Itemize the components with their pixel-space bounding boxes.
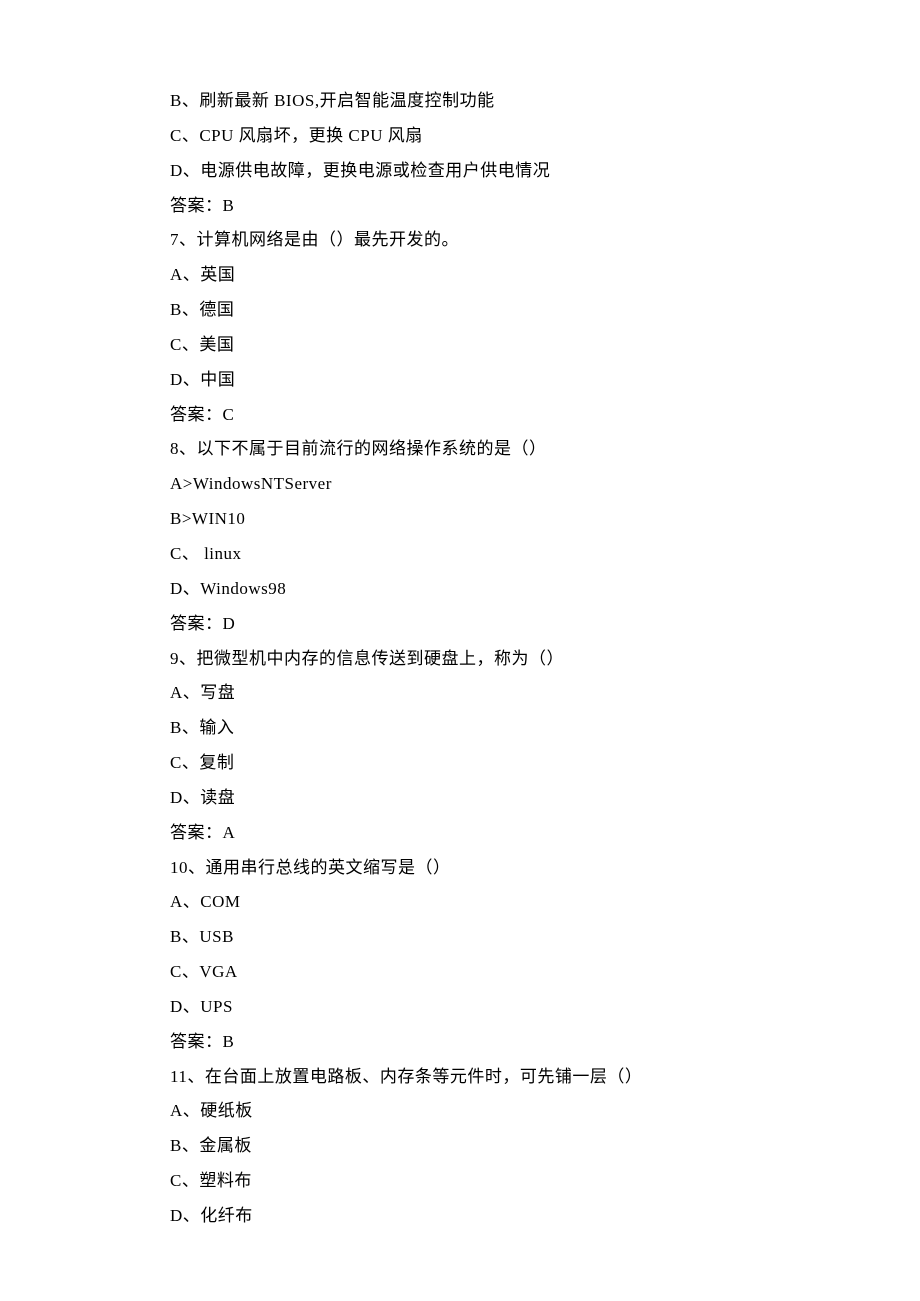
option-line: B、输入 xyxy=(170,711,820,746)
option-line: C、复制 xyxy=(170,746,820,781)
option-line: B、金属板 xyxy=(170,1129,820,1164)
answer-line: 答案：C xyxy=(170,398,820,433)
question-line: 9、把微型机中内存的信息传送到硬盘上，称为（） xyxy=(170,642,820,677)
option-line: A、写盘 xyxy=(170,676,820,711)
option-line: B、德国 xyxy=(170,293,820,328)
option-line: A、硬纸板 xyxy=(170,1094,820,1129)
option-line: C、美国 xyxy=(170,328,820,363)
option-line: B、USB xyxy=(170,920,820,955)
option-line: A、英国 xyxy=(170,258,820,293)
text-line: D、电源供电故障，更换电源或检查用户供电情况 xyxy=(170,154,820,189)
question-line: 8、以下不属于目前流行的网络操作系统的是（） xyxy=(170,432,820,467)
option-line: C、塑料布 xyxy=(170,1164,820,1199)
option-line: D、Windows98 xyxy=(170,572,820,607)
document-content: B、刷新最新 BIOS,开启智能温度控制功能 C、CPU 风扇坏，更换 CPU … xyxy=(170,84,820,1234)
question-line: 11、在台面上放置电路板、内存条等元件时，可先铺一层（） xyxy=(170,1060,820,1095)
option-line: C、 linux xyxy=(170,537,820,572)
answer-line: 答案：B xyxy=(170,1025,820,1060)
option-line: C、VGA xyxy=(170,955,820,990)
option-line: D、UPS xyxy=(170,990,820,1025)
question-line: 10、通用串行总线的英文缩写是（） xyxy=(170,851,820,886)
option-line: B>WIN10 xyxy=(170,502,820,537)
option-line: A、COM xyxy=(170,885,820,920)
text-line: B、刷新最新 BIOS,开启智能温度控制功能 xyxy=(170,84,820,119)
option-line: D、中国 xyxy=(170,363,820,398)
question-line: 7、计算机网络是由（）最先开发的。 xyxy=(170,223,820,258)
option-line: D、化纤布 xyxy=(170,1199,820,1234)
option-line: A>WindowsNTServer xyxy=(170,467,820,502)
text-line: C、CPU 风扇坏，更换 CPU 风扇 xyxy=(170,119,820,154)
option-line: D、读盘 xyxy=(170,781,820,816)
answer-line: 答案：A xyxy=(170,816,820,851)
answer-line: 答案：D xyxy=(170,607,820,642)
answer-line: 答案：B xyxy=(170,189,820,224)
